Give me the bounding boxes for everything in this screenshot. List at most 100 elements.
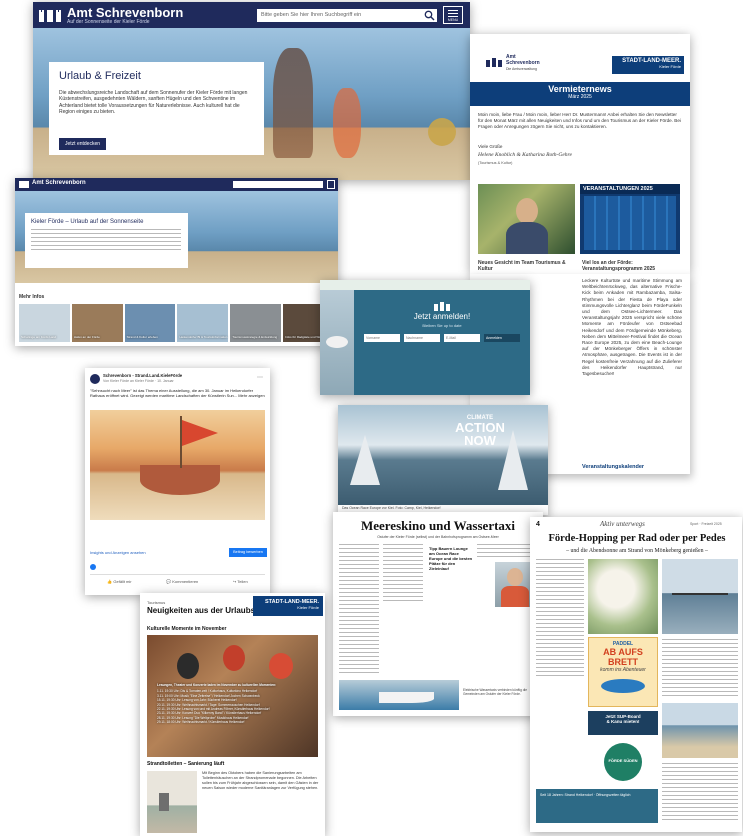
hamburger-icon bbox=[448, 10, 458, 17]
menu-label: MENU bbox=[447, 18, 459, 22]
sailing-article-card: CLIMATE ACTION NOW Das Ocean Race Europe… bbox=[338, 405, 548, 515]
site2-logo-icon bbox=[19, 181, 29, 188]
signup-header-strip bbox=[320, 280, 530, 290]
signup-field-firstname[interactable]: Vorname bbox=[364, 334, 400, 342]
newspaper1-col2 bbox=[383, 544, 423, 604]
events-banner-title: VERANSTALTUNGEN 2025 bbox=[580, 184, 680, 194]
col2-title: Viel los an der Förde: Veranstaltungspro… bbox=[582, 260, 656, 272]
signup-submit-button[interactable]: Anmelden bbox=[484, 334, 520, 342]
signup-card: Jetzt anmelden! Bleiben Sie up to date V… bbox=[320, 280, 530, 395]
website-hero-card: Amt Schrevenborn Auf der Sonnenseite der… bbox=[33, 2, 470, 180]
signup-logo-icon bbox=[434, 298, 450, 311]
website-card-2: Amt Schrevenborn Kieler Förde – Urlaub a… bbox=[15, 178, 338, 346]
signup-field-email[interactable]: E-Mail bbox=[444, 334, 480, 342]
newsletter-title: Vermieternews bbox=[548, 84, 612, 94]
fb-reaction-icon bbox=[90, 564, 96, 570]
newsletter-dept: (Tourismus & Kultur) bbox=[478, 161, 513, 165]
newspaper2-page: 4 bbox=[536, 521, 540, 528]
fb-page-name[interactable]: Schrevenborn - Strand.Land.KieleFörde bbox=[103, 373, 182, 378]
newspaper2-side: Sport · Freizeit 2025 bbox=[690, 522, 722, 526]
climate-sign-line3: NOW bbox=[464, 433, 496, 448]
site2-brand[interactable]: Amt Schrevenborn bbox=[32, 180, 86, 186]
team-portrait-photo bbox=[478, 184, 575, 254]
fb-insights-link[interactable]: Insights und Anzeigen ansehen bbox=[90, 550, 146, 555]
foerde-badge: FÖRDE SÜDEN bbox=[604, 743, 642, 781]
info-tile[interactable]: Tourismusstrategie & Entwicklung bbox=[230, 304, 282, 342]
newspaper2-col4 bbox=[662, 763, 738, 823]
fb-like-label: Gefällt mir bbox=[113, 579, 132, 584]
col1-title: Neues Gesicht im Team Tourismus & Kultur bbox=[478, 260, 566, 272]
signup-title: Jetzt anmelden! bbox=[413, 312, 471, 321]
search-input[interactable]: Bitte geben Sie hier Ihren Suchbegriff e… bbox=[257, 9, 437, 22]
foerde-badge-text: FÖRDE SÜDEN bbox=[608, 758, 638, 763]
hero-text: Die abwechslungsreiche Landschaft auf de… bbox=[59, 90, 248, 116]
fb-more-icon[interactable]: ⋯ bbox=[257, 374, 263, 381]
newspaper2-beach-photo bbox=[662, 703, 738, 758]
signup-field-lastname[interactable]: Nachname bbox=[404, 334, 440, 342]
newspaper1-boat-photo bbox=[339, 680, 459, 710]
fb-post-image bbox=[90, 410, 265, 520]
site-brand[interactable]: Amt Schrevenborn bbox=[67, 5, 183, 20]
fb-comment-button[interactable]: 💬 Kommentieren bbox=[166, 579, 198, 588]
hero-text-box: Urlaub & Freizeit Die abwechslungsreiche… bbox=[49, 62, 264, 155]
newspaper2-pier-photo bbox=[662, 559, 738, 634]
news2-section2-text: Mit Beginn des Oktobers haben die Sanier… bbox=[202, 771, 319, 790]
newspaper1-caption: Elektrische Wassertaxis verbinden künfti… bbox=[463, 688, 528, 696]
site2-header: Amt Schrevenborn bbox=[15, 178, 338, 191]
newspaper-card-2: 4 Aktiv unterwegs Sport · Freizeit 2025 … bbox=[530, 517, 742, 832]
site2-menu-icon[interactable] bbox=[327, 180, 335, 189]
newspaper2-col3 bbox=[662, 639, 738, 699]
news2-theater-photo: Lesungen, Theater und Konzerte laden im … bbox=[147, 635, 318, 757]
site2-search[interactable] bbox=[233, 181, 323, 188]
col2-text: Leckere Kulturtüte und maritime Stimmung… bbox=[582, 278, 682, 377]
newsletter-logo-text: Amt Schrevenborn bbox=[506, 54, 540, 66]
paddle-ad: PADDEL AB AUFS BRETT komm ins Abenteuer bbox=[588, 637, 658, 707]
signup-panel: Jetzt anmelden! Bleiben Sie up to date V… bbox=[354, 290, 530, 395]
fb-like-button[interactable]: 👍 Gefällt mir bbox=[107, 579, 131, 588]
site2-more-label: Mehr Infos bbox=[19, 294, 45, 300]
castle-logo-icon bbox=[39, 8, 61, 22]
info-tile[interactable]: Hafen an der Förde bbox=[71, 304, 123, 342]
newspaper1-col1 bbox=[339, 544, 379, 674]
news2-toilet-photo bbox=[147, 771, 197, 833]
fb-share-label: Teilen bbox=[237, 579, 248, 584]
newspaper-card-1: Meereskino und Wassertaxi Ostufer der Ki… bbox=[333, 512, 543, 716]
event-line: 29.11. 18:00 Uhr: Weihnachtsmarkt / Küns… bbox=[157, 720, 245, 725]
site2-title-box: Kieler Förde – Urlaub auf der Sonnenseit… bbox=[25, 213, 188, 268]
newspaper2-col1 bbox=[536, 559, 584, 679]
news2-section2: Strandtoiletten – Sanierung läuft bbox=[147, 761, 225, 767]
newsletter-logo-sub: Die Amtsverwaltung bbox=[506, 67, 537, 71]
col2-calendar-link[interactable]: Veranstaltungskalender bbox=[582, 464, 644, 470]
menu-button[interactable]: MENU bbox=[443, 6, 463, 24]
seagull-photo bbox=[320, 290, 354, 395]
newspaper2-subtitle: – und die Abendsonne am Strand von Mönke… bbox=[566, 548, 708, 554]
info-tile[interactable]: Schwänge am Fords Land bbox=[19, 304, 70, 342]
hero-cta-button[interactable]: Jetzt entdecken bbox=[59, 138, 107, 150]
newsletter-title-bar: Vermieternews März 2025 bbox=[470, 82, 690, 106]
newsletter-date: März 2025 bbox=[568, 94, 592, 100]
fb-share-button[interactable]: ↪ Teilen bbox=[233, 579, 248, 588]
info-tile[interactable]: Strand & Kultur erleben bbox=[124, 304, 176, 342]
newspaper2-title: Förde-Hopping per Rad oder per Pedes bbox=[548, 533, 726, 544]
newspaper1-title: Meereskino und Wassertaxi bbox=[360, 518, 516, 533]
fb-avatar bbox=[90, 374, 100, 384]
sailing-photo: CLIMATE ACTION NOW bbox=[338, 405, 548, 505]
newsletter-logo-icon bbox=[486, 54, 502, 67]
newsletter-intro: Moin moin, liebe Frau / Moin moin, liebe… bbox=[478, 112, 681, 129]
share-icon: ↪ bbox=[232, 579, 237, 584]
fb-boost-button[interactable]: Beitrag bewerben bbox=[229, 548, 267, 557]
fb-comment-label: Kommentieren bbox=[172, 579, 199, 584]
news2-badge-line2: Kieler Förde bbox=[297, 605, 319, 610]
climate-sign: CLIMATE ACTION NOW bbox=[450, 415, 510, 475]
news2-overlay: Lesungen, Theater und Konzerte laden im … bbox=[157, 683, 309, 725]
info-tile-label: Heikendorfer Bl & Touristinformation bbox=[179, 335, 228, 340]
newspaper2-tree-photo bbox=[588, 559, 658, 634]
thumbs-up-icon: 👍 bbox=[107, 579, 113, 584]
news-card-2: Tourismus Neuigkeiten aus der Urlaubsreg… bbox=[140, 593, 325, 836]
info-tile[interactable]: Heikendorfer Bl & Touristinformation bbox=[177, 304, 229, 342]
paddle-ad-line3: komm ins Abenteuer bbox=[600, 667, 646, 673]
search-icon[interactable] bbox=[423, 9, 436, 22]
newspaper1-subtitle: Ostufer der Kieler Förde (selbst) und de… bbox=[377, 535, 499, 539]
newsletter-signature: Helene Knoblich & Katharina Roth-Gehre bbox=[478, 152, 572, 158]
news2-section1: Kulturelle Momente im November bbox=[147, 626, 227, 632]
